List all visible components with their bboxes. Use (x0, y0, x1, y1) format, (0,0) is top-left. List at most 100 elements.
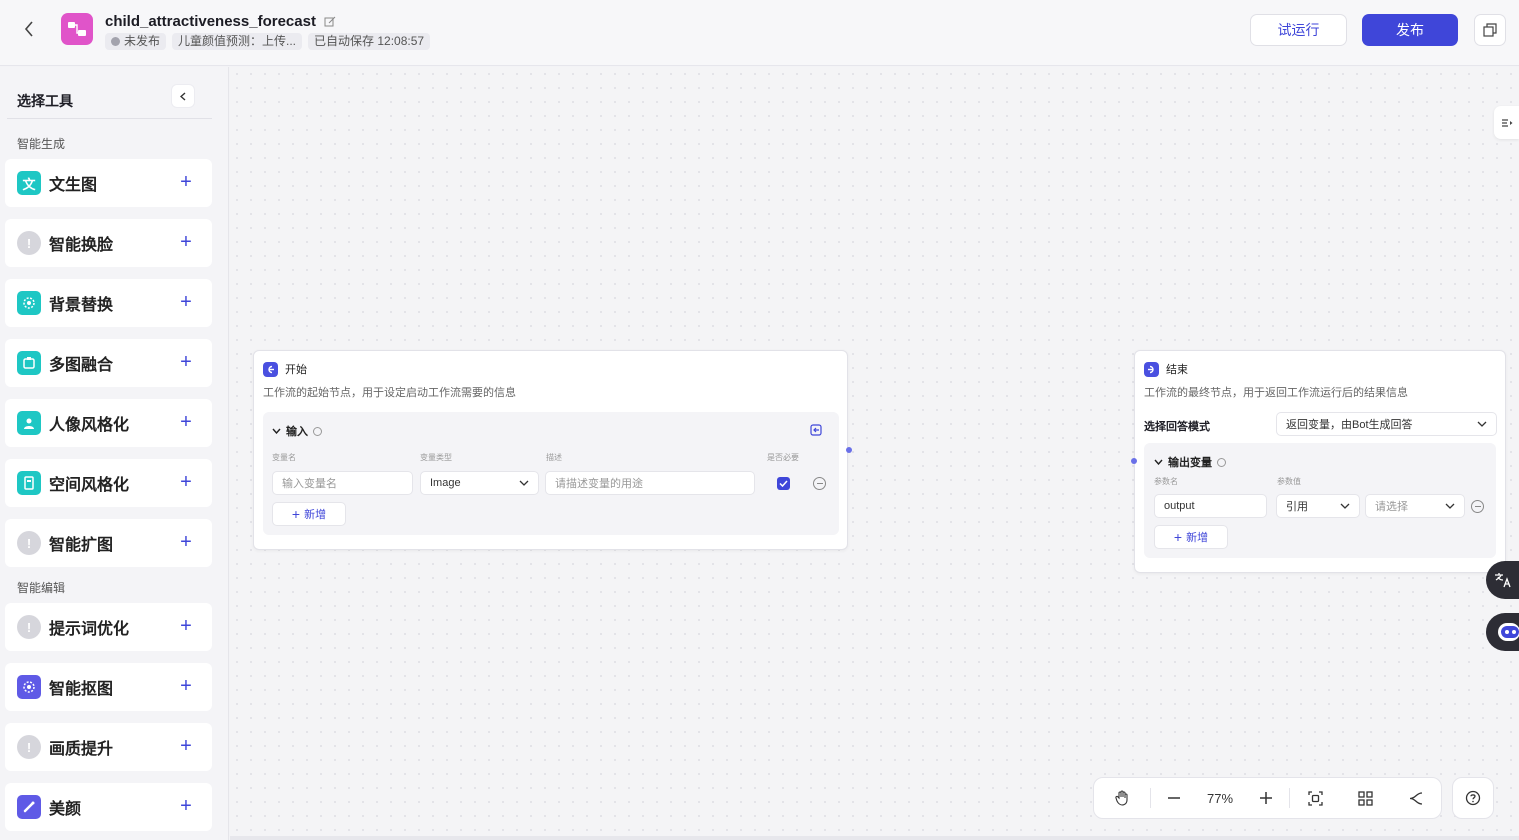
variable-description-input[interactable]: 请描述变量的用途 (545, 471, 755, 495)
zoom-level[interactable]: 77% (1197, 791, 1243, 806)
list-play-icon (1501, 118, 1512, 127)
workflow-title: child_attractiveness_forecast (105, 13, 336, 30)
required-checkbox[interactable] (777, 477, 790, 490)
remove-variable-icon[interactable] (813, 477, 826, 490)
chevron-down-icon (1445, 503, 1455, 509)
tool-item-multi-image-fusion[interactable]: 多图融合 + (5, 339, 212, 387)
line-style-button[interactable] (1390, 777, 1440, 819)
tool-label: 美颜 (49, 801, 82, 818)
auto-layout-button[interactable] (1340, 777, 1390, 819)
top-bar: child_attractiveness_forecast 未发布 儿童颜值预测… (0, 0, 1519, 66)
autosave-badge: 已自动保存 12:08:57 (308, 33, 431, 50)
minus-icon (1168, 797, 1180, 799)
panel-toggle-button[interactable] (1494, 106, 1519, 139)
end-node-description: 工作流的最终节点，用于返回工作流运行后的结果信息 (1144, 387, 1408, 399)
input-section-header[interactable]: 输入 (272, 423, 322, 439)
assistant-bot-button[interactable] (1486, 613, 1519, 651)
param-name-input[interactable]: output (1154, 494, 1267, 518)
translate-button[interactable] (1486, 561, 1519, 599)
variable-type-value: Image (430, 477, 461, 489)
start-node-description: 工作流的起始节点，用于设定启动工作流需要的信息 (263, 387, 516, 399)
tool-label: 背景替换 (49, 297, 114, 314)
chevron-down-icon (1477, 421, 1487, 427)
reference-type-value: 引用 (1286, 501, 1308, 513)
input-label: 输入 (286, 426, 308, 438)
add-tool-icon[interactable]: + (176, 796, 196, 817)
translate-icon (1495, 573, 1511, 588)
tool-item-quality-enhance[interactable]: ! 画质提升 + (5, 723, 212, 771)
tool-item-face-swap[interactable]: ! 智能换脸 + (5, 219, 212, 267)
start-node[interactable]: 开始 工作流的起始节点，用于设定启动工作流需要的信息 输入 变量名 变量类型 描… (253, 350, 848, 550)
add-tool-icon[interactable]: + (176, 472, 196, 493)
chevron-down-icon (1340, 503, 1350, 509)
import-icon[interactable] (810, 424, 822, 436)
workflow-title-text: child_attractiveness_forecast (105, 13, 316, 30)
add-tool-icon[interactable]: + (176, 292, 196, 313)
end-node[interactable]: 结束 工作流的最终节点，用于返回工作流运行后的结果信息 选择回答模式 返回变量，… (1134, 350, 1506, 573)
workflow-meta: 未发布 儿童颜值预测：上传... 已自动保存 12:08:57 (105, 33, 431, 50)
tool-item-background-replace[interactable]: 背景替换 + (5, 279, 212, 327)
pan-tool-button[interactable] (1094, 777, 1150, 819)
zoom-in-button[interactable] (1243, 777, 1289, 819)
tool-item-space-stylize[interactable]: 空间风格化 + (5, 459, 212, 507)
answer-mode-select[interactable]: 返回变量，由Bot生成回答 (1276, 412, 1497, 436)
start-node-header: 开始 (263, 361, 307, 377)
add-tool-icon[interactable]: + (176, 736, 196, 757)
group-label-edit: 智能编辑 (17, 581, 66, 595)
tool-item-text-to-image[interactable]: 文 文生图 + (5, 159, 212, 207)
add-tool-icon[interactable]: + (176, 172, 196, 193)
reference-type-select[interactable]: 引用 (1276, 494, 1360, 518)
tool-item-smart-cutout[interactable]: 智能抠图 + (5, 663, 212, 711)
variable-type-select[interactable]: Image (420, 471, 539, 495)
chevron-down-icon (519, 480, 529, 486)
add-tool-icon[interactable]: + (176, 616, 196, 637)
chevron-left-icon (180, 91, 186, 101)
add-output-label: 新增 (1186, 532, 1209, 544)
sidebar-title: 选择工具 (17, 93, 73, 109)
tool-item-beauty[interactable]: 美颜 + (5, 783, 212, 831)
end-node-title: 结束 (1166, 364, 1188, 376)
reference-value-select[interactable]: 请选择 (1365, 494, 1465, 518)
output-section-header[interactable]: 输出变量 (1154, 454, 1226, 470)
warning-icon: ! (17, 615, 41, 639)
help-button[interactable] (1452, 777, 1494, 819)
zoom-out-button[interactable] (1151, 777, 1197, 819)
remove-output-icon[interactable] (1471, 500, 1484, 513)
add-tool-icon[interactable]: + (176, 532, 196, 553)
chevron-down-icon (272, 428, 281, 434)
fit-view-button[interactable] (1290, 777, 1340, 819)
tool-item-smart-expand[interactable]: ! 智能扩图 + (5, 519, 212, 567)
warning-icon: ! (17, 531, 41, 555)
publish-button[interactable]: 发布 (1362, 14, 1458, 46)
add-tool-icon[interactable]: + (176, 676, 196, 697)
hand-icon (1115, 790, 1128, 806)
trial-run-button[interactable]: 试运行 (1250, 14, 1347, 46)
multi-image-icon (17, 351, 41, 375)
tool-item-prompt-optimize[interactable]: ! 提示词优化 + (5, 603, 212, 651)
output-label: 输出变量 (1168, 457, 1212, 469)
end-icon (1144, 361, 1159, 377)
add-tool-icon[interactable]: + (176, 412, 196, 433)
start-output-port[interactable] (846, 447, 852, 453)
add-tool-icon[interactable]: + (176, 232, 196, 253)
collapse-sidebar-button[interactable] (172, 85, 194, 107)
chevron-down-icon (1154, 459, 1163, 465)
col-variable-name: 变量名 (272, 453, 296, 462)
end-node-header: 结束 (1144, 361, 1188, 377)
variable-name-input[interactable]: 输入变量名 (272, 471, 413, 495)
plus-icon: + (291, 506, 301, 522)
copy-button[interactable] (1474, 14, 1506, 46)
back-icon[interactable] (18, 18, 40, 40)
bot-icon (1498, 623, 1519, 641)
reference-value-placeholder: 请选择 (1375, 501, 1408, 513)
group-label-generate: 智能生成 (17, 137, 66, 151)
add-output-button[interactable]: + 新增 (1154, 525, 1228, 549)
edit-icon[interactable] (324, 16, 336, 28)
add-input-button[interactable]: + 新增 (272, 502, 346, 526)
add-tool-icon[interactable]: + (176, 352, 196, 373)
tool-item-portrait-stylize[interactable]: 人像风格化 + (5, 399, 212, 447)
col-variable-type: 变量类型 (420, 453, 452, 462)
status-text: 未发布 (124, 34, 161, 48)
end-input-port[interactable] (1131, 458, 1137, 464)
check-icon (779, 480, 788, 487)
